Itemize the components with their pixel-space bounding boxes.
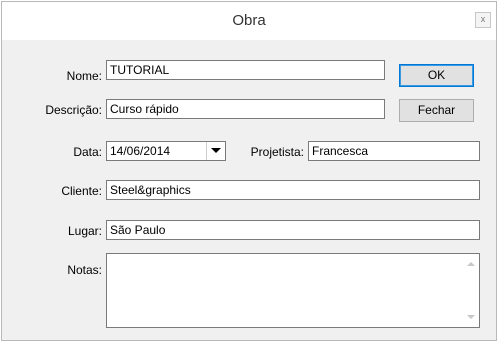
- data-select[interactable]: 14/06/2014: [106, 141, 226, 161]
- cliente-label: Cliente:: [61, 184, 102, 198]
- window-title: Obra: [232, 12, 266, 29]
- title-bar: Obra x: [2, 2, 496, 40]
- scroll-up-icon[interactable]: [467, 262, 475, 266]
- chevron-down-icon: [211, 148, 221, 153]
- lugar-input[interactable]: São Paulo: [106, 220, 480, 240]
- ok-button[interactable]: OK: [399, 64, 474, 87]
- nome-input[interactable]: TUTORIAL: [106, 60, 385, 80]
- descricao-input[interactable]: Curso rápido: [106, 99, 385, 119]
- cliente-input[interactable]: Steel&graphics: [106, 180, 480, 200]
- dialog-window: Obra x Nome: TUTORIAL OK Descrição: Curs…: [1, 1, 497, 341]
- data-value: 14/06/2014: [110, 144, 171, 158]
- fechar-button[interactable]: Fechar: [399, 99, 474, 122]
- descricao-label: Descrição:: [45, 103, 102, 117]
- notas-label: Notas:: [67, 263, 102, 277]
- notas-value: [107, 254, 479, 258]
- notas-scrollbar[interactable]: [462, 254, 479, 327]
- lugar-label: Lugar:: [67, 224, 102, 238]
- projetista-input[interactable]: Francesca: [308, 141, 480, 161]
- notas-textarea[interactable]: [106, 253, 480, 328]
- scroll-down-icon[interactable]: [467, 315, 475, 319]
- date-dropdown-button[interactable]: [206, 142, 225, 160]
- projetista-label: Projetista:: [250, 145, 304, 159]
- data-label: Data:: [73, 145, 102, 159]
- close-icon: x: [480, 14, 486, 24]
- nome-label: Nome:: [66, 69, 102, 83]
- close-button[interactable]: x: [475, 12, 491, 28]
